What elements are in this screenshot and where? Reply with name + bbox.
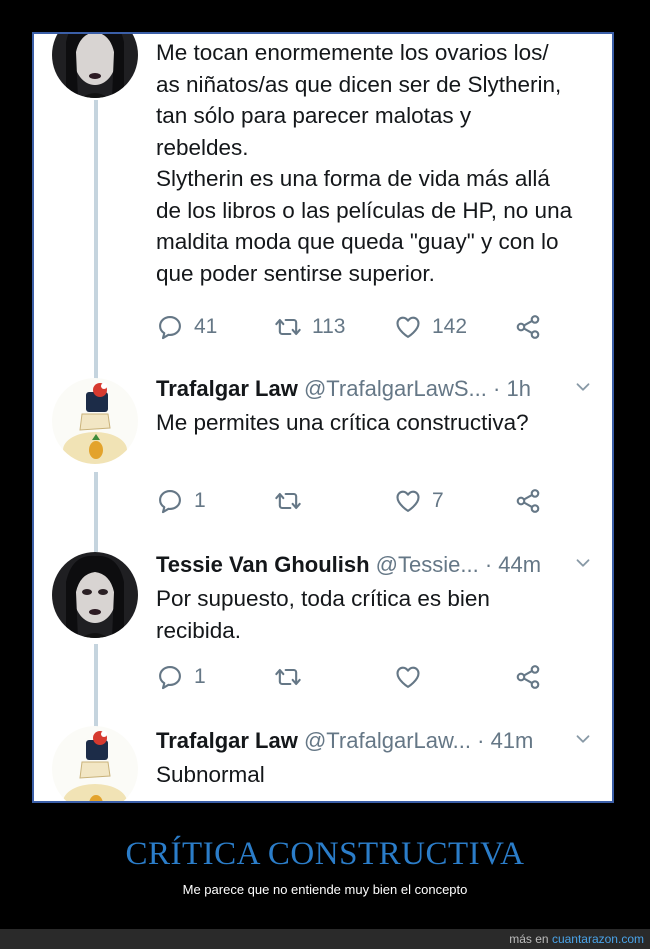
avatar-tessie[interactable] xyxy=(52,552,138,638)
thread-line xyxy=(94,472,98,552)
tweet-2-text: Me permites una crítica constructiva? xyxy=(156,410,529,435)
thread-line xyxy=(94,644,98,729)
like-button[interactable]: 142 xyxy=(394,311,467,343)
author-name[interactable]: Trafalgar Law xyxy=(156,376,298,401)
retweet-button[interactable]: 113 xyxy=(274,311,345,343)
reply-count: 41 xyxy=(194,315,218,338)
author-name[interactable]: Trafalgar Law xyxy=(156,728,298,753)
retweet-icon xyxy=(274,663,302,691)
caption-subtitle: Me parece que no entiende muy bien el co… xyxy=(182,882,468,897)
tweet-time[interactable]: · 41m xyxy=(477,728,533,753)
like-button[interactable]: 7 xyxy=(394,485,444,517)
reply-count: 1 xyxy=(194,665,206,688)
avatar-tessie[interactable] xyxy=(52,34,138,98)
retweet-icon xyxy=(274,313,302,341)
chevron-down-icon[interactable] xyxy=(572,728,594,750)
chevron-down-icon[interactable] xyxy=(572,552,594,574)
reply-button[interactable]: 1 xyxy=(156,485,206,517)
footer-bar: más en cuantarazon.com xyxy=(0,929,650,949)
avatar-trafalgar[interactable] xyxy=(52,726,138,801)
reply-button[interactable]: 1 xyxy=(156,661,206,693)
like-button[interactable] xyxy=(394,661,422,693)
thread-line xyxy=(94,100,98,400)
share-icon xyxy=(514,313,542,341)
site-link[interactable]: cuantarazon.com xyxy=(552,932,644,946)
avatar-trafalgar[interactable] xyxy=(52,378,138,464)
tweet-2-actions: 1 7 xyxy=(156,485,556,517)
tweet-thread-screenshot: Me tocan enormemente los ovarios los/ as… xyxy=(32,32,614,803)
tweet-3-text: Por supuesto, toda crítica es bien recib… xyxy=(156,586,490,643)
tweet-3-header: Tessie Van Ghoulish @Tessie... · 44m xyxy=(156,550,594,580)
like-count: 142 xyxy=(432,315,468,338)
caption-title: CRÍTICA CONSTRUCTIVA xyxy=(125,836,525,872)
share-button[interactable] xyxy=(514,485,542,517)
tweet-1-text: Me tocan enormemente los ovarios los/ as… xyxy=(156,40,573,286)
author-handle[interactable]: @TrafalgarLawS... xyxy=(304,376,487,401)
footer-text: más en cuantarazon.com xyxy=(509,932,644,946)
retweet-icon xyxy=(274,487,302,515)
author-handle[interactable]: @Tessie... xyxy=(376,552,479,577)
reply-count: 1 xyxy=(194,489,206,512)
tweet-time[interactable]: · 44m xyxy=(485,552,541,577)
footer-prefix: más en xyxy=(509,932,549,946)
tweet-1-actions: 41 113 142 xyxy=(156,311,556,343)
author-handle[interactable]: @TrafalgarLaw... xyxy=(304,728,471,753)
like-icon xyxy=(394,487,422,515)
reply-icon xyxy=(156,313,184,341)
share-icon xyxy=(514,663,542,691)
tweet-4-text: Subnormal xyxy=(156,762,265,787)
retweet-button[interactable] xyxy=(274,661,302,693)
retweet-count: 113 xyxy=(312,315,346,338)
author-name[interactable]: Tessie Van Ghoulish xyxy=(156,552,370,577)
tweet-3-actions: 1 xyxy=(156,661,556,693)
chevron-down-icon[interactable] xyxy=(572,376,594,398)
like-icon xyxy=(394,663,422,691)
like-count: 7 xyxy=(432,489,444,512)
share-button[interactable] xyxy=(514,311,542,343)
like-icon xyxy=(394,313,422,341)
tweet-2-header: Trafalgar Law @TrafalgarLawS... · 1h xyxy=(156,374,594,404)
reply-button[interactable]: 41 xyxy=(156,311,217,343)
share-icon xyxy=(514,487,542,515)
tweet-4-header: Trafalgar Law @TrafalgarLaw... · 41m xyxy=(156,726,594,756)
share-button[interactable] xyxy=(514,661,542,693)
tweet-time[interactable]: · 1h xyxy=(493,376,531,401)
reply-icon xyxy=(156,663,184,691)
retweet-button[interactable] xyxy=(274,485,302,517)
reply-icon xyxy=(156,487,184,515)
